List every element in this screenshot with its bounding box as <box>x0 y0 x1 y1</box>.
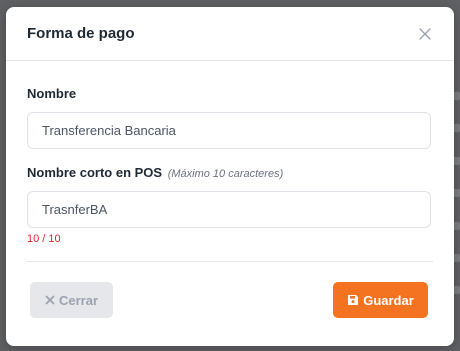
close-button-label: Cerrar <box>58 292 99 308</box>
name-label: Nombre <box>27 86 77 101</box>
payment-method-modal: Forma de pago Nombre Nombre corto en POS… <box>6 7 454 346</box>
name-input[interactable] <box>27 112 431 149</box>
short-name-label-text: Nombre corto en POS <box>27 165 163 180</box>
short-name-label: Nombre corto en POS (Máximo 10 caractere… <box>27 165 433 180</box>
close-icon[interactable] <box>417 26 433 42</box>
x-icon <box>45 295 55 305</box>
close-button[interactable]: Cerrar <box>30 282 113 318</box>
short-name-hint: (Máximo 10 caracteres) <box>167 168 284 180</box>
modal-footer: Cerrar Guardar <box>6 260 454 346</box>
modal-title: Forma de pago <box>27 25 135 42</box>
modal-body: Nombre Nombre corto en POS (Máximo 10 ca… <box>6 86 454 262</box>
short-name-input[interactable] <box>27 191 431 228</box>
save-button-label: Guardar <box>363 292 414 308</box>
save-button[interactable]: Guardar <box>333 282 428 318</box>
char-counter: 10 / 10 <box>27 233 61 245</box>
modal-header: Forma de pago <box>6 7 454 61</box>
floppy-disk-icon <box>348 295 359 305</box>
